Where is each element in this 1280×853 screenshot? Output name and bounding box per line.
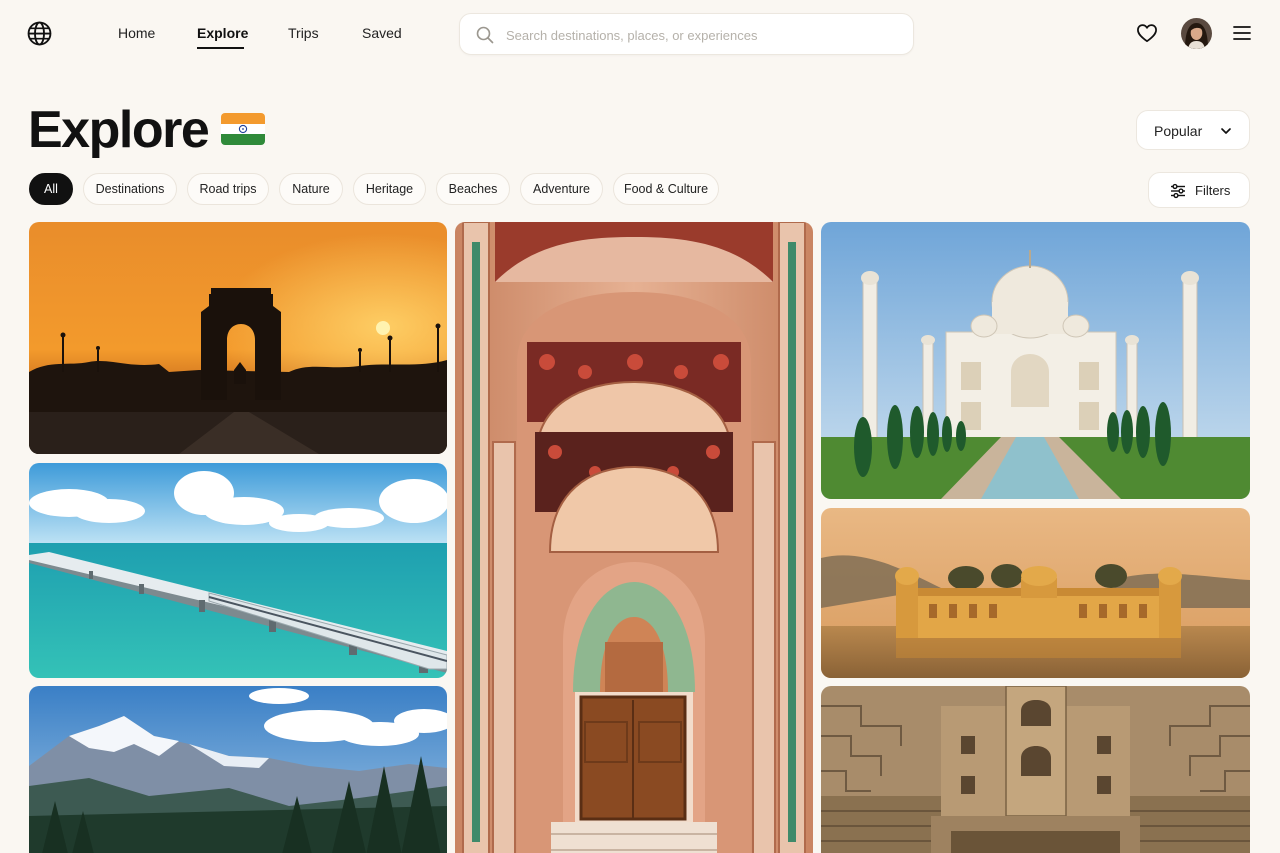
menu-icon[interactable] <box>1233 25 1251 41</box>
nav-trips[interactable]: Trips <box>288 25 319 41</box>
chip-heritage[interactable]: Heritage <box>353 173 426 205</box>
card-taj-mahal[interactable] <box>821 222 1250 499</box>
filters-button[interactable]: Filters <box>1148 172 1250 208</box>
chip-road-trips[interactable]: Road trips <box>187 173 269 205</box>
snow-mountains-forest-image <box>29 686 447 853</box>
card-mountains[interactable] <box>29 686 447 853</box>
jal-mahal-lake-palace-image <box>821 508 1250 678</box>
chip-nature[interactable]: Nature <box>279 173 343 205</box>
sort-selected-label: Popular <box>1154 123 1203 139</box>
nav-home[interactable]: Home <box>118 25 155 41</box>
card-sea-bridge[interactable] <box>29 463 447 678</box>
chip-all[interactable]: All <box>29 173 73 205</box>
ornate-palace-doorway-image <box>455 222 813 853</box>
nav-active-indicator <box>197 47 244 49</box>
chip-beaches[interactable]: Beaches <box>436 173 510 205</box>
sort-dropdown[interactable]: Popular <box>1136 110 1250 150</box>
avatar[interactable] <box>1181 18 1212 49</box>
search-bar[interactable] <box>459 13 914 55</box>
search-input[interactable] <box>506 23 896 47</box>
chip-food-culture[interactable]: Food & Culture <box>613 173 719 205</box>
sliders-icon <box>1171 183 1185 199</box>
globe-icon[interactable] <box>27 21 52 46</box>
chip-destinations[interactable]: Destinations <box>83 173 177 205</box>
card-palace-doorway[interactable] <box>455 222 813 853</box>
search-icon <box>476 26 494 44</box>
stepwell-image <box>821 686 1250 853</box>
card-stepwell[interactable] <box>821 686 1250 853</box>
page-title: Explore <box>28 101 210 159</box>
card-jal-mahal[interactable] <box>821 508 1250 678</box>
user-avatar-icon <box>1181 18 1212 49</box>
india-gate-sunset-image <box>29 222 447 454</box>
taj-mahal-image <box>821 222 1250 499</box>
nav-saved[interactable]: Saved <box>362 25 402 41</box>
nav-explore[interactable]: Explore <box>197 25 248 41</box>
chip-adventure[interactable]: Adventure <box>520 173 603 205</box>
top-bar: Home Explore Trips Saved <box>0 0 1280 68</box>
card-india-gate[interactable] <box>29 222 447 454</box>
sea-bridge-train-image <box>29 463 447 678</box>
chevron-down-icon <box>1221 128 1231 134</box>
heart-icon[interactable] <box>1136 23 1158 43</box>
filters-label: Filters <box>1195 183 1231 198</box>
india-flag-icon <box>221 113 265 145</box>
